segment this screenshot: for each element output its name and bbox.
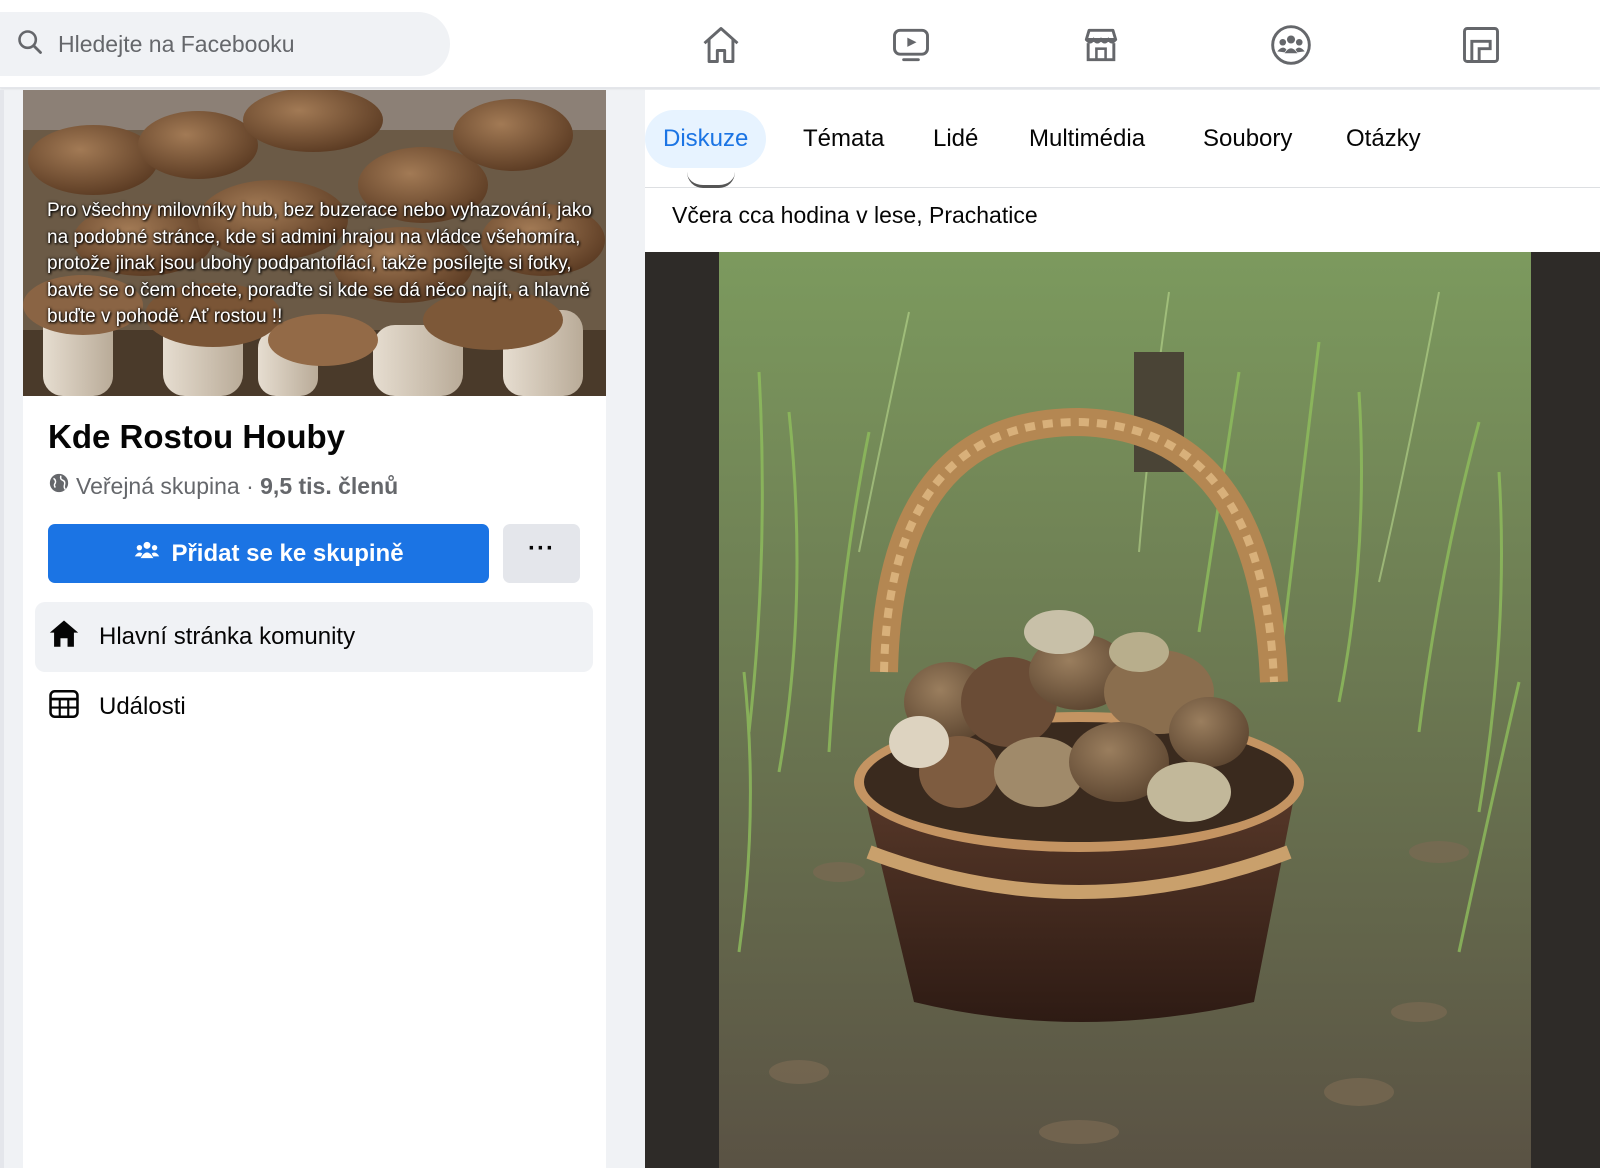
globe-icon — [48, 472, 76, 500]
tab-media[interactable]: Multimédia — [1011, 110, 1163, 168]
post-photo-frame — [645, 252, 1600, 1168]
cover-description-text: Pro všechny milovníky hub, bez buzerace … — [47, 200, 592, 327]
marketplace-icon[interactable] — [1078, 22, 1124, 68]
tab-discussion[interactable]: Diskuze — [645, 110, 767, 168]
sidebar-item-label: Události — [99, 693, 186, 720]
top-navigation-bar — [0, 0, 1600, 88]
sidebar-item-events[interactable]: Události — [35, 672, 593, 742]
group-meta-line: Veřejná skupina · 9,5 tis. členů — [48, 472, 398, 500]
group-sidebar: Pro všechny milovníky hub, bez buzerace … — [23, 90, 606, 1168]
meta-separator: · — [239, 472, 261, 499]
search-input[interactable] — [58, 30, 438, 58]
group-tabs: Diskuze Témata Lidé Multimédia Soubory O… — [645, 90, 1600, 188]
join-group-button[interactable]: Přidat se ke skupině — [48, 524, 489, 583]
post-text: Včera cca hodina v lese, Prachatice — [672, 202, 1038, 228]
groups-icon[interactable] — [1268, 22, 1314, 68]
tab-topics[interactable]: Témata — [785, 110, 902, 168]
group-cover-photo[interactable]: Pro všechny milovníky hub, bez buzerace … — [23, 90, 606, 396]
search-icon — [16, 28, 44, 61]
mushroom-basket-photo — [719, 252, 1531, 1168]
more-options-button[interactable]: ··· — [503, 524, 580, 583]
sidebar-item-community-home[interactable]: Hlavní stránka komunity — [35, 602, 593, 672]
video-icon[interactable] — [888, 22, 934, 68]
calendar-icon — [47, 687, 99, 728]
home-filled-icon — [47, 617, 99, 658]
search-box[interactable] — [0, 12, 450, 76]
tab-questions[interactable]: Otázky — [1328, 110, 1439, 168]
home-icon[interactable] — [698, 22, 744, 68]
sidebar-item-label: Hlavní stránka komunity — [99, 623, 356, 650]
group-member-count[interactable]: 9,5 tis. členů — [260, 473, 398, 500]
post-photo[interactable] — [719, 252, 1531, 1168]
group-name-heading[interactable]: Kde Rostou Houby — [48, 418, 345, 456]
gaming-icon[interactable] — [1458, 22, 1504, 68]
group-feed: Diskuze Témata Lidé Multimédia Soubory O… — [645, 90, 1600, 1168]
group-privacy-label[interactable]: Veřejná skupina — [76, 473, 240, 500]
join-button-label: Přidat se ke skupině — [171, 539, 404, 567]
tab-people[interactable]: Lidé — [915, 110, 996, 168]
more-options-icon: ··· — [528, 534, 555, 562]
left-edge-divider — [0, 90, 4, 1168]
group-people-icon — [133, 536, 171, 571]
tab-files[interactable]: Soubory — [1185, 110, 1310, 168]
